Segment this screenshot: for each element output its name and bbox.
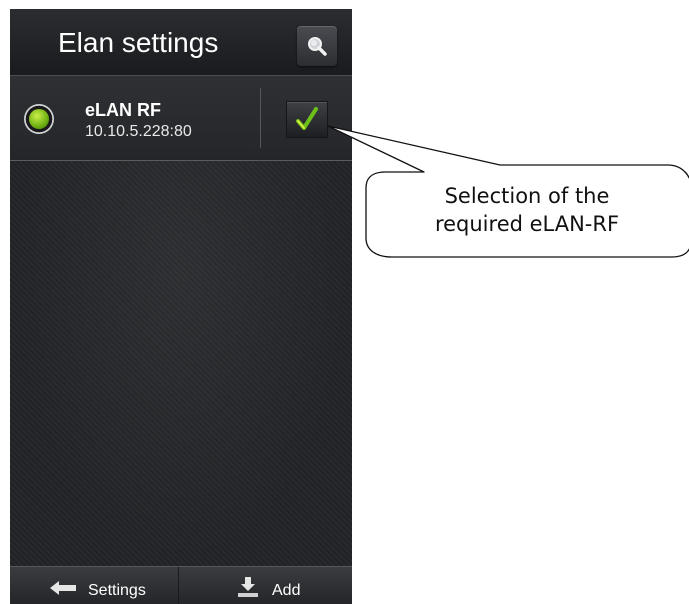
callout-line-2: required eLAN-RF <box>434 212 620 236</box>
callout-line-1: Selection of the <box>444 184 610 208</box>
callout-bubble <box>327 125 689 258</box>
callout-text: Selection of the required eLAN-RF <box>372 182 682 238</box>
